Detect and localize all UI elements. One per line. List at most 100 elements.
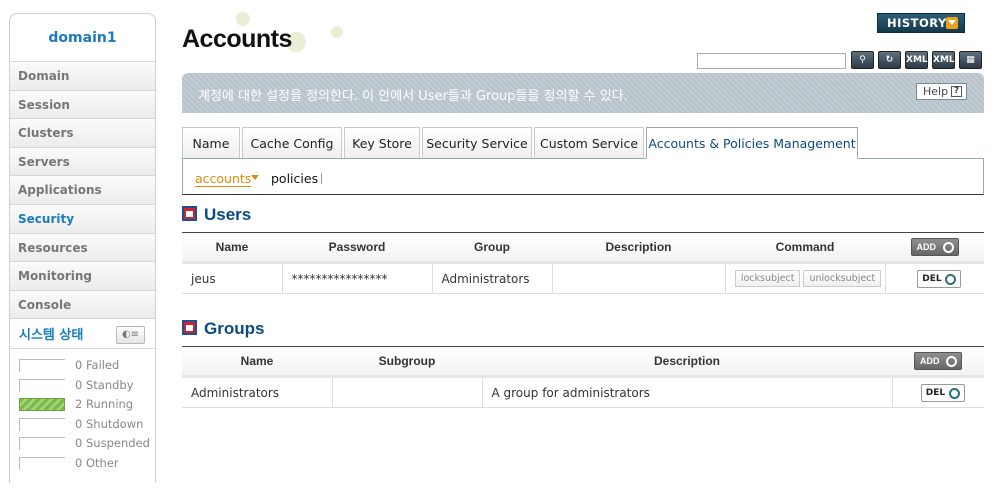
user-description — [552, 261, 726, 294]
column-header-command: Command — [725, 232, 885, 263]
group-description: A group for administrators — [482, 375, 893, 408]
user-commands: locksubject unlocksubject — [725, 261, 886, 294]
column-header-name: Name — [182, 232, 282, 263]
group-subgroup — [332, 375, 483, 408]
xml-export-label: XML — [906, 55, 928, 65]
del-label: DEL — [922, 273, 942, 284]
locksubject-button[interactable]: locksubject — [734, 270, 801, 287]
gear-icon — [946, 356, 957, 367]
status-count: 0 — [75, 455, 83, 470]
column-header-description: Description — [552, 232, 725, 263]
status-row-running: 2 Running — [10, 395, 155, 415]
sidebar-item-resources[interactable]: Resources — [10, 233, 155, 263]
xml-export-icon[interactable]: XML — [905, 51, 928, 69]
sidebar-item-session[interactable]: Session — [10, 90, 155, 120]
column-header-name: Name — [182, 346, 332, 377]
refresh-icon[interactable]: ↻ — [878, 51, 901, 69]
add-user-cell: ADD — [885, 232, 984, 263]
help-button[interactable]: Help ? — [916, 83, 967, 100]
column-header-subgroup: Subgroup — [332, 346, 482, 377]
system-status-list: 0 Failed 0 Standby 2 Running 0 Shutdown … — [10, 349, 155, 490]
search-icon[interactable]: ⚲ — [851, 51, 874, 69]
chevron-down-icon — [251, 175, 259, 180]
sidebar-item-domain[interactable]: Domain — [10, 62, 155, 91]
status-count: 2 — [75, 397, 83, 412]
tab-accounts-policies-management[interactable]: Accounts & Policies Management — [646, 127, 858, 159]
unlocksubject-button[interactable]: unlocksubject — [803, 270, 882, 287]
help-icon: ? — [951, 86, 962, 97]
status-label: Running — [85, 397, 134, 412]
sidebar-item-console[interactable]: Console — [10, 290, 155, 320]
status-count: 0 — [75, 377, 83, 392]
column-header-group: Group — [432, 232, 552, 263]
system-status-header: 시스템 상태 ◐≡ — [10, 319, 155, 350]
del-label: DEL — [925, 387, 946, 398]
status-monitor-icon[interactable]: ◐≡ — [116, 326, 145, 345]
status-label: Failed — [85, 358, 120, 373]
status-row-failed: 0 Failed — [10, 356, 155, 376]
sidebar-item-servers[interactable]: Servers — [10, 147, 155, 177]
status-label: Other — [85, 455, 119, 470]
users-title: Users — [204, 205, 252, 224]
domain-title[interactable]: domain1 — [10, 14, 155, 62]
status-bar-running — [19, 398, 65, 412]
description-bar: 계정에 대한 설정을 정의한다. 이 안에서 User들과 Group들을 정의… — [182, 73, 984, 113]
column-header-description: Description — [482, 346, 892, 377]
table-row[interactable]: jeus **************** Administrators loc… — [182, 261, 984, 294]
delete-group-button[interactable]: DEL — [920, 383, 965, 402]
add-user-button[interactable]: ADD — [910, 238, 959, 256]
users-section-title: Users — [182, 205, 251, 225]
table-header-row: Name Subgroup Description ADD — [182, 346, 984, 377]
section-icon — [182, 206, 197, 221]
subtab-policies[interactable]: policies — [271, 171, 318, 186]
status-label: Standby — [85, 377, 134, 392]
description-text: 계정에 대한 설정을 정의한다. 이 안에서 User들과 Group들을 정의… — [198, 89, 628, 104]
sidebar-item-monitoring[interactable]: Monitoring — [10, 262, 155, 291]
users-table: Name Password Group Description Command … — [182, 232, 984, 294]
save-icon[interactable]: ▦ — [959, 51, 982, 69]
table-header-row: Name Password Group Description Command … — [182, 232, 984, 263]
tab-name[interactable]: Name — [182, 127, 240, 158]
sidebar-item-security[interactable]: Security — [10, 204, 155, 234]
subtab-separator — [321, 173, 322, 184]
delete-user-button[interactable]: DEL — [917, 269, 962, 288]
column-header-password: Password — [282, 232, 432, 263]
groups-section-title: Groups — [182, 319, 264, 339]
status-row-suspended: 0 Suspended — [10, 434, 155, 454]
table-row[interactable]: Administrators A group for administrator… — [182, 375, 984, 408]
tab-custom-service[interactable]: Custom Service — [534, 127, 644, 158]
group-name: Administrators — [182, 375, 333, 408]
status-bar-suspended — [19, 437, 65, 451]
status-bar-other — [19, 456, 65, 470]
status-count: 0 — [75, 436, 83, 451]
sidebar-item-clusters[interactable]: Clusters — [10, 119, 155, 148]
xml-import-icon[interactable]: XML — [932, 51, 955, 69]
subtab-accounts[interactable]: accounts — [195, 171, 252, 187]
status-bar-failed — [19, 359, 65, 373]
status-row-shutdown: 0 Shutdown — [10, 415, 155, 435]
search-input[interactable] — [697, 53, 846, 69]
system-status-title: 시스템 상태 — [19, 328, 84, 344]
sidebar-item-applications[interactable]: Applications — [10, 176, 155, 205]
add-group-button[interactable]: ADD — [914, 352, 962, 370]
user-name: jeus — [182, 261, 283, 294]
tab-cache-config[interactable]: Cache Config — [242, 127, 342, 158]
tab-key-store[interactable]: Key Store — [344, 127, 420, 158]
tab-security-service[interactable]: Security Service — [422, 127, 532, 158]
history-button[interactable]: HISTORY — [877, 13, 965, 33]
decor-circle — [236, 12, 250, 26]
section-icon — [182, 320, 197, 335]
status-label: Suspended — [85, 436, 150, 451]
groups-table: Name Subgroup Description ADD Administra… — [182, 346, 984, 408]
xml-import-label: XML — [933, 55, 955, 65]
groups-title: Groups — [204, 319, 265, 338]
status-row-standby: 0 Standby — [10, 376, 155, 396]
status-row-other: 0 Other — [10, 454, 155, 474]
subtab-bar: accounts policies — [182, 159, 984, 195]
history-label: HISTORY — [887, 16, 947, 30]
status-count: 0 — [75, 416, 83, 431]
status-count: 0 — [75, 358, 83, 373]
gear-icon — [942, 242, 954, 253]
sidebar-menu: Domain Session Clusters Servers Applicat… — [10, 62, 155, 320]
user-group: Administrators — [432, 261, 553, 294]
